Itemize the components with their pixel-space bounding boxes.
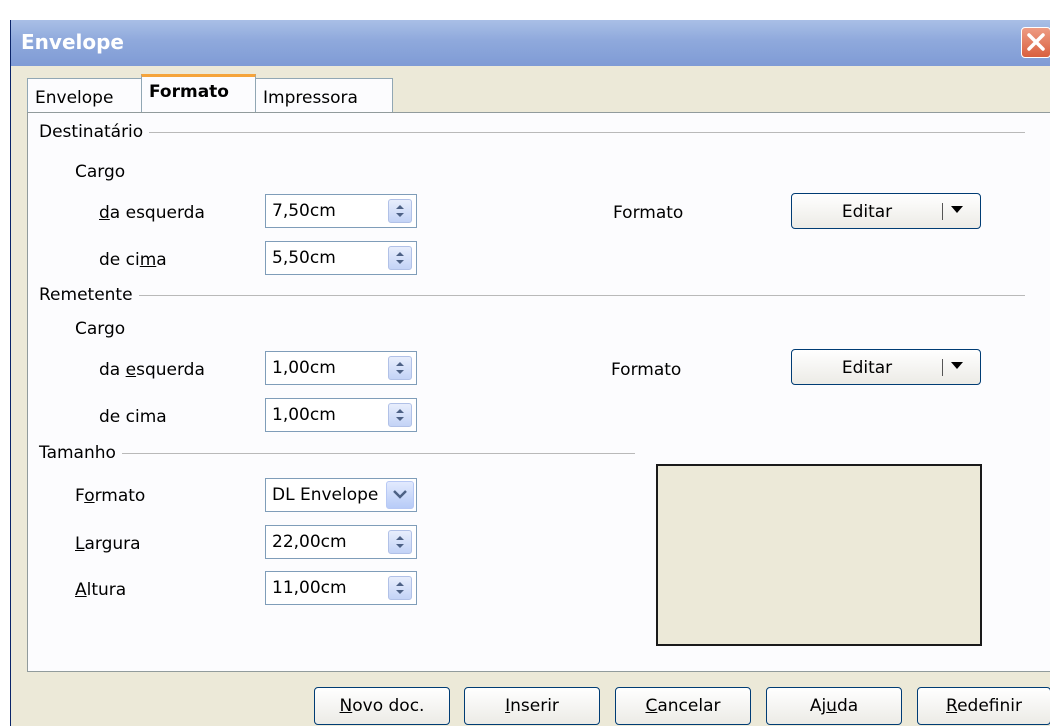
size-height-label: Altura: [75, 580, 127, 600]
sender-top-value: 1,00cm: [272, 405, 336, 425]
close-button[interactable]: [1021, 27, 1050, 58]
spin-arrows-icon[interactable]: [388, 403, 412, 427]
size-height-value: 11,00cm: [272, 578, 347, 598]
reset-button[interactable]: Redefinir: [917, 687, 1050, 725]
sender-edit-button[interactable]: Editar: [791, 349, 981, 385]
size-format-value: DL Envelope: [272, 485, 379, 505]
size-width-value: 22,00cm: [272, 532, 347, 552]
title-bar[interactable]: Envelope: [11, 20, 1050, 66]
menu-separator: [942, 203, 943, 220]
recipient-left-value: 7,50cm: [272, 201, 336, 221]
sender-left-label: da esquerda: [99, 360, 205, 380]
spin-arrows-icon[interactable]: [388, 576, 412, 600]
recipient-format-label: Formato: [613, 203, 684, 223]
menu-separator: [942, 359, 943, 376]
tab-formato-label: Formato: [149, 82, 229, 102]
size-height-spinbox[interactable]: 11,00cm: [265, 571, 417, 605]
sender-edit-label: Editar: [841, 358, 893, 378]
new-document-button[interactable]: Novo doc.: [314, 687, 450, 725]
sender-separator: [41, 295, 1025, 296]
dropdown-arrow-icon[interactable]: [951, 362, 963, 370]
envelope-dialog: Envelope Envelope Formato Impressora Des…: [10, 20, 1050, 726]
sender-left-value: 1,00cm: [272, 358, 336, 378]
sender-left-spinbox[interactable]: 1,00cm: [265, 351, 417, 385]
tab-envelope[interactable]: Envelope: [27, 78, 142, 112]
sender-top-label: de cima: [99, 407, 167, 427]
recipient-top-value: 5,50cm: [272, 248, 336, 268]
sender-format-label: Formato: [611, 360, 682, 380]
recipient-group-label: Destinatário: [39, 122, 150, 142]
dialog-title: Envelope: [21, 30, 124, 54]
size-group-label: Tamanho: [39, 443, 122, 463]
tab-impressora[interactable]: Impressora: [255, 78, 393, 112]
size-width-label: Largura: [75, 534, 141, 554]
recipient-top-label: de cima: [99, 250, 167, 270]
sender-position-label: Cargo: [75, 319, 126, 339]
recipient-position-label: Cargo: [75, 162, 126, 182]
recipient-left-label: da esquerda: [99, 203, 205, 223]
sender-top-spinbox[interactable]: 1,00cm: [265, 398, 417, 432]
spin-arrows-icon[interactable]: [388, 199, 412, 223]
spin-arrows-icon[interactable]: [388, 530, 412, 554]
envelope-preview: [656, 464, 982, 646]
sender-group-label: Remetente: [39, 285, 139, 305]
size-width-spinbox[interactable]: 22,00cm: [265, 525, 417, 559]
spin-arrows-icon[interactable]: [388, 246, 412, 270]
recipient-edit-label: Editar: [841, 202, 893, 222]
chevron-down-icon[interactable]: [386, 481, 414, 509]
recipient-separator: [41, 132, 1025, 133]
help-button[interactable]: Ajuda: [766, 687, 902, 725]
size-separator: [41, 453, 635, 454]
size-format-label: Formato: [75, 486, 146, 506]
size-format-combobox[interactable]: DL Envelope: [265, 478, 417, 512]
tab-formato[interactable]: Formato: [141, 74, 256, 112]
spin-arrows-icon[interactable]: [388, 356, 412, 380]
tab-impressora-label: Impressora: [263, 88, 358, 108]
recipient-top-spinbox[interactable]: 5,50cm: [265, 241, 417, 275]
close-icon: [1027, 33, 1045, 51]
recipient-left-spinbox[interactable]: 7,50cm: [265, 194, 417, 228]
tab-envelope-label: Envelope: [35, 88, 114, 108]
dropdown-arrow-icon[interactable]: [951, 206, 963, 214]
cancel-button[interactable]: Cancelar: [615, 687, 751, 725]
insert-button[interactable]: Inserir: [464, 687, 600, 725]
recipient-edit-button[interactable]: Editar: [791, 193, 981, 229]
